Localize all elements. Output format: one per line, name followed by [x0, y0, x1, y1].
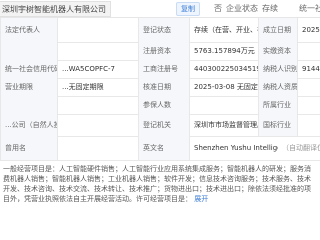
value-company-type	[58, 114, 138, 136]
label-former-name: 曾用名	[0, 136, 58, 160]
value-approval-date: 2025-03-08 无固定期限	[194, 83, 258, 91]
label-business-term: 营业期限	[0, 78, 58, 96]
company-name: 深圳宇树智能机器人有限公司	[2, 4, 106, 14]
info-header: 深圳宇树智能机器人有限公司 复制 否 企业状态 存续 统一社	[0, 0, 320, 18]
value-reg-capital: 5763.157894万元	[194, 47, 255, 55]
label-company-type: ...公司（自然人投资或控股）	[0, 114, 58, 136]
table-row: 法定代表人 登记状态 存续（在营、开业、在册） 成立日期 2025-...	[0, 18, 320, 43]
value-english-name: Shenzhen Yushu Intelligent Robot Co.,Ltd…	[194, 144, 278, 152]
value-business-term: ...无固定期限	[62, 83, 104, 91]
value-legal-rep[interactable]	[58, 18, 138, 42]
table-row: 注册资本 5763.157894万元 实缴资本	[0, 42, 320, 61]
label-credit-code: 统一社会信用代码	[0, 60, 58, 78]
label-reg-authority: 登记机关	[138, 114, 190, 136]
value-empty-2	[58, 96, 138, 114]
value-industry	[298, 96, 320, 114]
label-establish-date: 成立日期	[258, 18, 298, 42]
value-paid-capital	[298, 42, 320, 60]
label-empty	[0, 42, 58, 60]
header-label-status: 企业状态	[226, 4, 258, 13]
label-legal-rep: 法定代表人	[0, 18, 58, 42]
label-insured-count: 参保人数	[138, 96, 190, 114]
table-row: ...公司（自然人投资或控股） 登记机关 深圳市市场监督管理局 国标行业	[0, 114, 320, 137]
label-reg-status: 登记状态	[138, 18, 190, 42]
value-reg-authority: 深圳市市场监督管理局	[194, 121, 258, 129]
business-scope-text: 一般经营项目是：人工智能硬件销售；人工智能行业应用系统集成服务；智能机器人的研发…	[3, 165, 311, 203]
expand-link[interactable]: 展开	[194, 195, 208, 203]
header-status-value: 存续	[262, 4, 278, 13]
value-taxpayer-qual	[298, 78, 320, 96]
value-taxpayer-id: 9144...	[302, 65, 320, 73]
value-reg-number: 440300225034519	[194, 65, 258, 73]
value-credit-code: ...WA5COPFC-7	[62, 65, 115, 73]
label-approval-date: 核准日期	[138, 78, 190, 96]
value-former-name	[58, 136, 138, 160]
label-industry: 所属行业	[258, 96, 298, 114]
label-taxpayer-qual: 纳税人资质	[258, 78, 298, 96]
header-field-1: 否	[214, 4, 222, 13]
auto-translate-note: （自动翻译仅供参考）	[282, 144, 320, 152]
label-reg-number: 工商注册号	[138, 60, 190, 78]
business-scope: 一般经营项目是：人工智能硬件销售；人工智能行业应用系统集成服务；智能机器人的研发…	[0, 162, 320, 240]
company-name-pill[interactable]: 深圳宇树智能机器人有限公司	[0, 1, 111, 17]
label-empty-2	[0, 96, 58, 114]
label-taxpayer-id: 纳税人识别号	[258, 60, 298, 78]
table-row: 统一社会信用代码 ...WA5COPFC-7 工商注册号 44030022503…	[0, 60, 320, 79]
label-reg-capital: 注册资本	[138, 42, 190, 60]
table-row: 曾用名 英文名 Shenzhen Yushu Intelligent Robot…	[0, 136, 320, 161]
value-insured-count	[190, 96, 258, 114]
label-paid-capital: 实缴资本	[258, 42, 298, 60]
header-label-credit-code: 统一社	[299, 4, 320, 13]
label-english-name: 英文名	[138, 136, 190, 160]
copy-button[interactable]: 复制	[176, 2, 200, 16]
label-national-industry: 国标行业	[258, 114, 298, 136]
table-row: 营业期限 ...无固定期限 核准日期 2025-03-08 无固定期限 纳税人资…	[0, 78, 320, 97]
value-empty	[58, 42, 138, 60]
value-national-industry	[298, 114, 320, 136]
table-row: 参保人数 所属行业	[0, 96, 320, 115]
value-establish-date: 2025-...	[302, 26, 320, 34]
value-reg-status: 存续（在营、开业、在册）	[194, 26, 258, 34]
